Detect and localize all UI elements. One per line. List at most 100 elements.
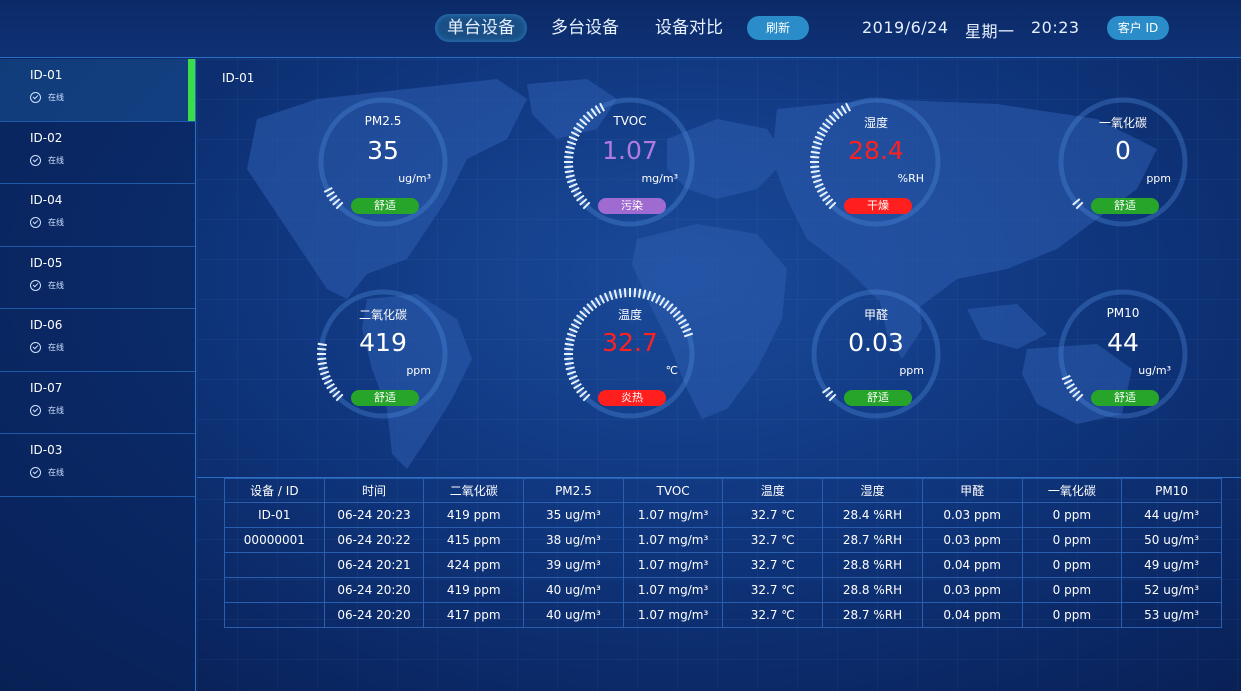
table-cell: ID-01 [224,502,325,528]
online-status: 在线 [30,342,195,353]
gauge-unit: %RH [897,172,924,185]
column-header: TVOC [622,478,724,503]
table-cell: 419 ppm [423,502,525,528]
table-cell: 06-24 20:22 [323,527,425,553]
table-cell: 0.04 ppm [921,602,1023,628]
status-text: 在线 [48,280,64,290]
gauge-label: TVOC [613,114,647,128]
gauge-status-badge: 舒适 [351,390,419,406]
gauge-label: PM10 [1106,306,1140,320]
table-cell: 32.7 ℃ [722,527,824,553]
sidebar-item-id: ID-02 [30,130,63,145]
table-cell: 0.04 ppm [921,552,1023,578]
sidebar-item-id: ID-06 [30,318,63,332]
table-cell: 39 ug/m³ [523,552,624,578]
table-cell: 0 ppm [1021,602,1123,628]
gauge-unit: ug/m³ [1138,364,1171,377]
status-text: 在线 [48,93,64,102]
gauge-unit: ug/m³ [398,172,431,185]
check-circle-icon [30,467,41,478]
gauge-label: 湿度 [863,116,888,130]
gauge-value: 1.07 [602,136,658,165]
gauge-value: 44 [1107,328,1139,357]
check-circle-icon [30,217,41,228]
tab-single-device[interactable]: 单台设备 [435,14,527,42]
gauge-2: 湿度 28.4 %RH 干燥 [806,92,946,232]
refresh-button[interactable]: 刷新 [747,16,809,40]
table-cell: 00000001 [224,527,325,553]
sidebar-item-id-03[interactable]: ID-03 在线 [0,434,195,497]
table-row: 06-24 20:20 419 ppm 40 ug/m³ 1.07 mg/m³ 32.7… [224,577,1222,603]
table-cell: 06-24 20:20 [323,577,425,603]
table-cell: 06-24 20:23 [323,502,425,528]
online-status: 在线 [30,279,195,291]
column-header: 甲醛 [921,478,1023,503]
status-text: 在线 [48,405,64,415]
gauge-status-badge: 污染 [598,198,666,214]
table-cell: 40 ug/m³ [523,602,624,628]
gauge-7: PM10 44 ug/m³ 舒适 [1053,284,1193,424]
gauge-3: 一氧化碳 0 ppm 舒适 [1053,92,1193,232]
client-id-button[interactable]: 客户 ID [1107,16,1169,40]
table-cell: 415 ppm [423,527,525,553]
table-row: 00000001 06-24 20:22 415 ppm 38 ug/m³ 1.07 m… [224,527,1222,553]
date-display: 2019/6/24 [862,18,949,37]
table-cell: 49 ug/m³ [1121,552,1222,578]
tab-device-compare[interactable]: 设备对比 [643,14,735,42]
online-status: 在线 [30,467,195,478]
online-status: 在线 [30,217,195,228]
table-cell [224,602,325,628]
gauge-status-badge: 舒适 [1091,198,1159,214]
table-cell: 0 ppm [1021,502,1123,528]
table-cell: 0.03 ppm [921,502,1023,528]
gauge-label: 温度 [617,308,642,322]
table-cell: 419 ppm [423,577,525,603]
table-cell: 28.7 %RH [822,602,923,628]
table-cell: 0.03 ppm [921,577,1023,603]
check-circle-icon [30,279,41,291]
online-status: 在线 [30,154,195,166]
table-cell: 38 ug/m³ [523,527,624,553]
table-cell: 28.7 %RH [822,527,923,553]
column-header: 设备 / ID [224,478,325,503]
gauge-4: 二氧化碳 419 ppm 舒适 [313,284,453,424]
column-header: 二氧化碳 [423,478,525,503]
table-cell: 32.7 ℃ [722,552,824,578]
table-cell [224,552,325,578]
gauge-value: 32.7 [602,328,658,357]
table-header-row: 设备 / ID 时间 二氧化碳 PM2.5 TVOC 温度 湿度 甲醛 一氧化碳 PM10 [224,478,1222,503]
sidebar-item-id-06[interactable]: ID-06 在线 [0,309,195,372]
gauge-label: 一氧化碳 [1098,116,1147,130]
history-table: 设备 / ID 时间 二氧化碳 PM2.5 TVOC 温度 湿度 甲醛 一氧化碳 PM10 ID-… [224,478,1222,628]
gauge-5: 温度 32.7 ℃ 炎热 [560,284,700,424]
table-cell: 0 ppm [1021,577,1123,603]
gauge-value: 35 [367,136,399,165]
gauge-0: PM2.5 35 ug/m³ 舒适 [313,92,453,232]
sidebar-item-id-04[interactable]: ID-04 在线 [0,184,195,247]
table-cell: 1.07 mg/m³ [622,552,724,578]
table-cell: 1.07 mg/m³ [622,577,724,603]
status-text: 在线 [48,343,64,352]
gauge-1: TVOC 1.07 mg/m³ 污染 [560,92,700,232]
table-cell: 0 ppm [1021,552,1123,578]
table-cell: 424 ppm [423,552,525,578]
gauge-unit: ℃ [665,364,678,377]
gauge-status-badge: 舒适 [1091,390,1159,406]
gauge-unit: ppm [406,364,431,377]
column-header: 湿度 [822,478,923,503]
table-row: 06-24 20:21 424 ppm 39 ug/m³ 1.07 mg/m³ 32.7… [224,552,1222,578]
sidebar-item-id-01[interactable]: ID-01 在线 [0,59,195,122]
gauge-unit: mg/m³ [641,172,678,185]
table-cell: 06-24 20:20 [323,602,425,628]
sidebar-item-id: ID-04 [30,193,63,207]
sidebar-item-id-07[interactable]: ID-07 在线 [0,372,195,434]
sidebar-item-id-02[interactable]: ID-02 在线 [0,122,195,184]
column-header: PM2.5 [523,478,624,503]
table-cell: 40 ug/m³ [523,577,624,603]
sidebar-item-id-05[interactable]: ID-05 在线 [0,247,195,309]
tab-multi-device[interactable]: 多台设备 [539,14,631,42]
check-circle-icon [30,404,41,416]
column-header: 温度 [722,478,824,503]
check-circle-icon [30,342,41,353]
sidebar-item-id: ID-03 [30,443,63,457]
